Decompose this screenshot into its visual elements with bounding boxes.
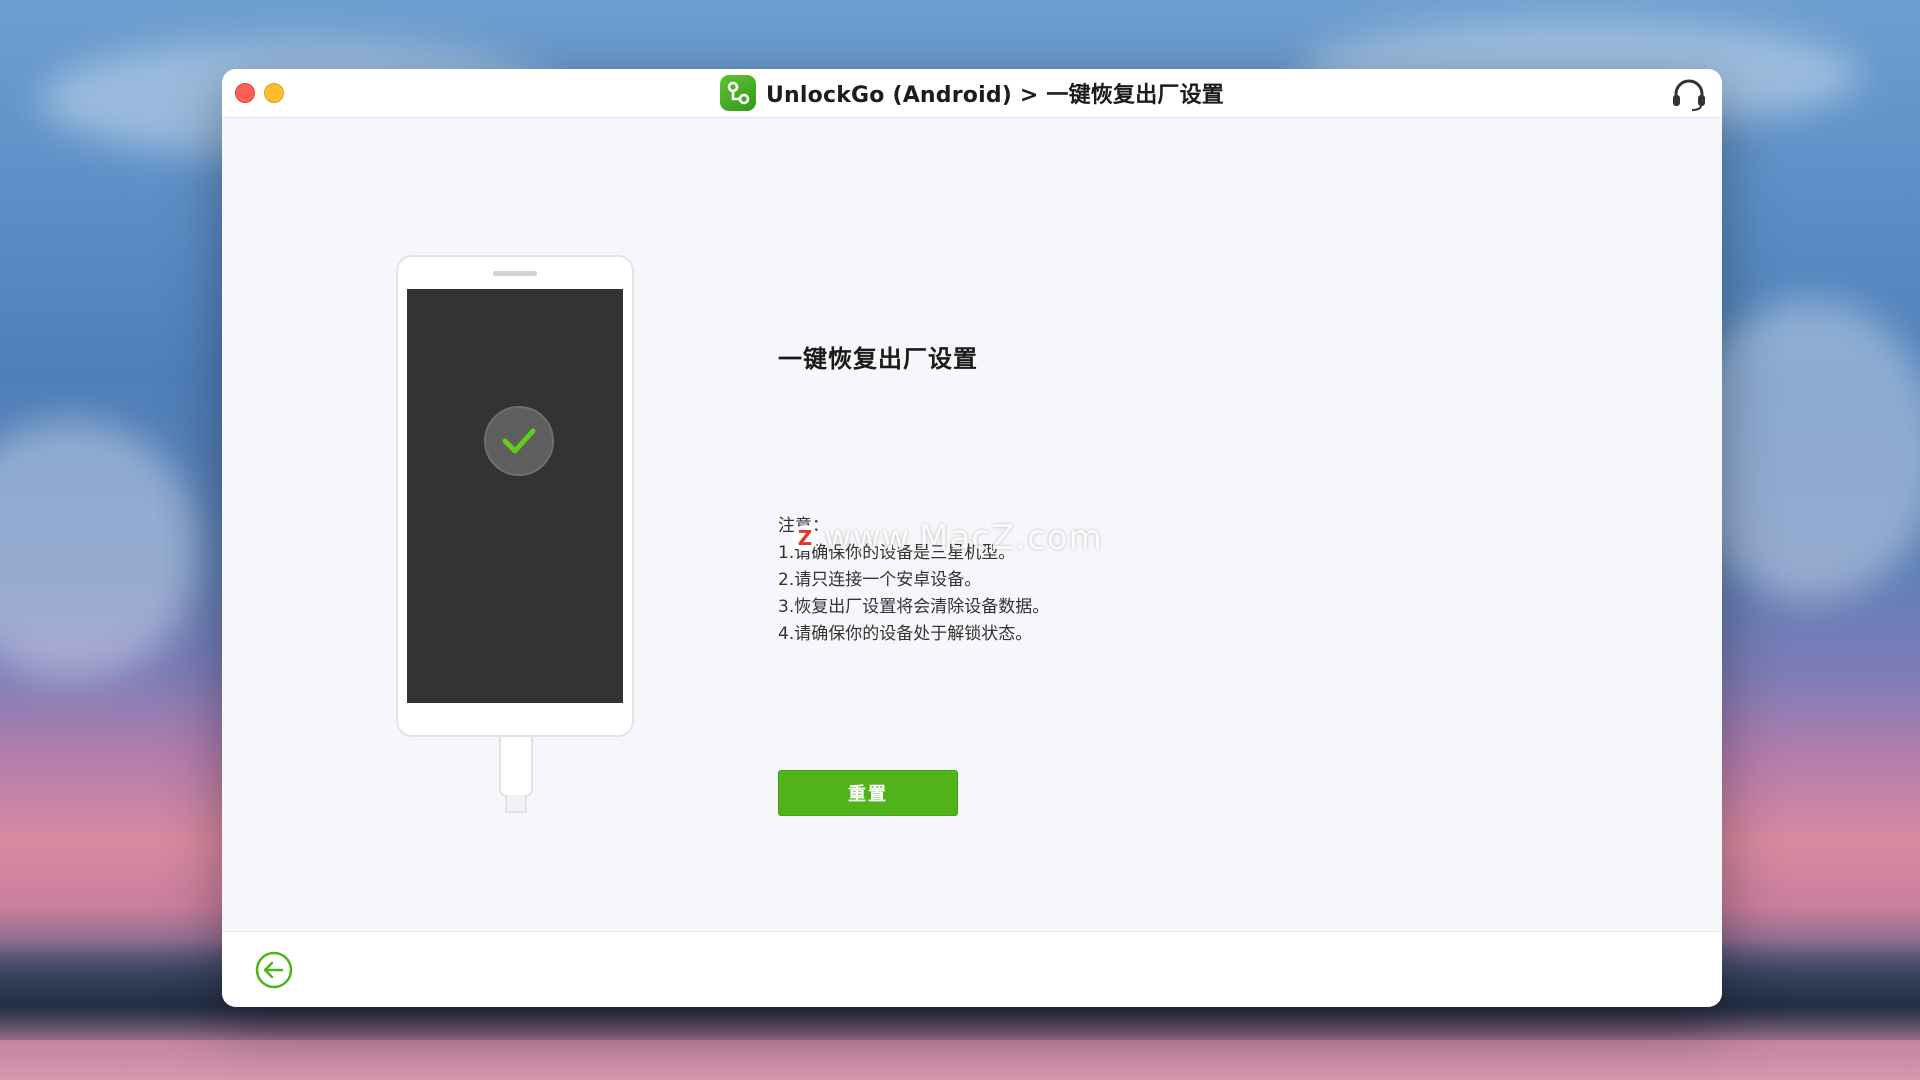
note-item: 3.恢复出厂设置将会清除设备数据。 xyxy=(778,597,1050,617)
phone-illustration xyxy=(396,255,634,737)
watermark-logo: Z xyxy=(792,525,818,551)
window-title: UnlockGo (Android) > 一键恢复出厂设置 xyxy=(765,83,1225,108)
footer-bar xyxy=(222,931,1722,1007)
usb-cable-tip xyxy=(505,795,527,813)
watermark-text: www.MacZ.com xyxy=(824,518,1103,558)
usb-cable-illustration xyxy=(499,735,533,797)
page-heading: 一键恢复出厂设置 xyxy=(778,345,978,373)
main-content: 一键恢复出厂设置 注意： 1.请确保你的设备是三星机型。 2.请只连接一个安卓设… xyxy=(222,118,1722,930)
watermark: Z www.MacZ.com xyxy=(792,518,1103,558)
checkmark-icon xyxy=(484,406,554,476)
note-item: 4.请确保你的设备处于解锁状态。 xyxy=(778,624,1033,644)
app-window: UnlockGo (Android) > 一键恢复出厂设置 一键恢复出厂设置 1… xyxy=(222,69,1722,1007)
unlockgo-logo-icon xyxy=(719,75,756,111)
phone-speaker xyxy=(493,271,537,276)
back-arrow-icon[interactable] xyxy=(255,951,293,989)
sea xyxy=(0,1040,1920,1080)
headset-icon[interactable] xyxy=(1670,77,1708,111)
phone-screen xyxy=(407,289,623,703)
title-bar: UnlockGo (Android) > 一键恢复出厂设置 xyxy=(222,69,1722,118)
title-group: UnlockGo (Android) > 一键恢复出厂设置 xyxy=(222,69,1722,117)
note-item: 2.请只连接一个安卓设备。 xyxy=(778,570,982,590)
reset-button[interactable]: 重置 xyxy=(778,770,958,816)
cloud xyxy=(0,420,200,680)
